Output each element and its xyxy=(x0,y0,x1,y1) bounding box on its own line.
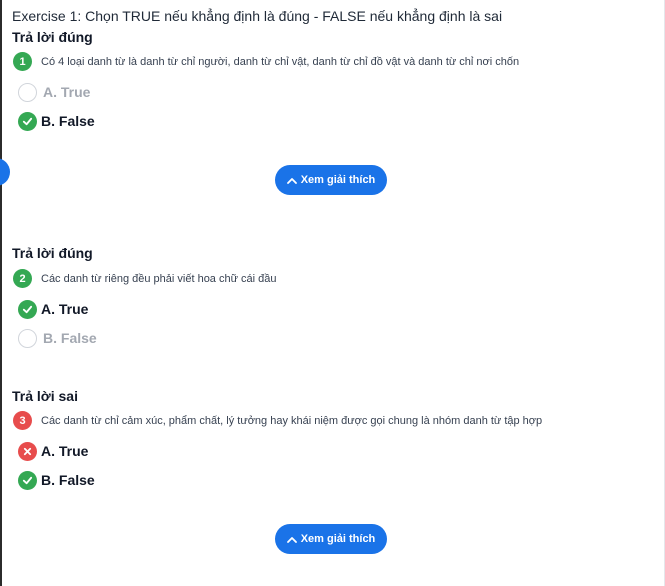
explain-button-3[interactable]: Xem giải thích xyxy=(275,524,387,554)
chevron-up-icon xyxy=(286,177,297,184)
question-text-1: Có 4 loại danh từ là danh từ chỉ người, … xyxy=(41,56,520,68)
explain-button-label: Xem giải thích xyxy=(300,174,376,186)
question-number-badge-2: 2 xyxy=(13,269,32,288)
option-label-2b[interactable]: B. False xyxy=(43,330,97,346)
check-icon xyxy=(18,112,37,131)
radio-empty-icon[interactable] xyxy=(18,329,37,348)
check-icon xyxy=(18,300,37,319)
result-status-3: Trả lời sai xyxy=(12,388,78,404)
option-label-1b[interactable]: B. False xyxy=(41,113,95,129)
option-label-3b[interactable]: B. False xyxy=(41,472,95,488)
question-number-badge-3: 3 xyxy=(13,411,32,430)
result-status-2: Trả lời đúng xyxy=(12,245,93,261)
explain-button-label: Xem giải thích xyxy=(300,533,376,545)
explain-button-1[interactable]: Xem giải thích xyxy=(275,165,387,195)
left-border xyxy=(0,0,2,586)
question-text-3: Các danh từ chỉ cảm xúc, phẩm chất, lý t… xyxy=(41,415,543,427)
chevron-up-icon xyxy=(286,536,297,543)
option-label-2a[interactable]: A. True xyxy=(41,301,88,317)
side-tab-handle[interactable] xyxy=(0,158,10,186)
radio-empty-icon[interactable] xyxy=(18,83,37,102)
question-text-2: Các danh từ riêng đều phải viết hoa chữ … xyxy=(41,273,277,285)
question-number-badge-1: 1 xyxy=(13,52,32,71)
check-icon xyxy=(18,471,37,490)
exercise-title: Exercise 1: Chọn TRUE nếu khẳng định là … xyxy=(12,8,503,24)
close-icon xyxy=(18,442,37,461)
option-label-1a[interactable]: A. True xyxy=(43,84,90,100)
result-status-1: Trả lời đúng xyxy=(12,29,93,45)
option-label-3a[interactable]: A. True xyxy=(41,443,88,459)
